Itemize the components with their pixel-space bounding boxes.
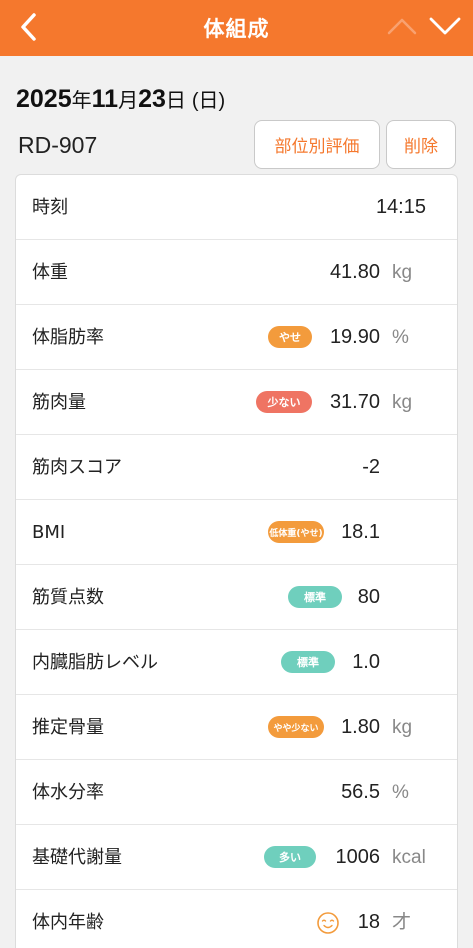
metric-row-muscle-quality: 筋質点数 標準 80 xyxy=(16,565,457,630)
metric-unit: kg xyxy=(392,262,413,283)
metric-label: 体内年齢 xyxy=(32,912,104,933)
face-icon xyxy=(317,912,339,934)
date-day-suffix: 日 xyxy=(165,90,186,112)
status-badge: 標準 xyxy=(281,651,335,673)
metric-unit: 才 xyxy=(392,912,412,933)
record-date: 2025年11月23日 (日) xyxy=(16,84,225,114)
metric-row-body-fat: 体脂肪率 やせ 19.90 % xyxy=(16,305,457,370)
metric-value: 80 xyxy=(357,586,380,608)
metric-value: 1006 xyxy=(335,846,381,868)
status-badge: 標準 xyxy=(288,586,342,608)
metric-row-bmi: BMI 低体重(やせ) 18.1 xyxy=(16,500,457,565)
status-badge: 少ない xyxy=(256,391,312,413)
metric-value: -2 xyxy=(362,456,380,478)
chevron-up-icon xyxy=(387,18,417,35)
metrics-card: 時刻 14:15 体重 41.80 kg 体脂肪率 やせ 19.90 % 筋肉量… xyxy=(15,174,458,948)
metric-label: 時刻 xyxy=(32,197,68,218)
metric-unit: % xyxy=(392,327,409,348)
top-bar: 体組成 xyxy=(0,0,473,56)
status-badge: やや少ない xyxy=(268,716,324,738)
metric-row-visceral-fat: 内臓脂肪レベル 標準 1.0 xyxy=(16,630,457,695)
metric-value: 19.90 xyxy=(329,326,380,348)
metric-value: 56.5 xyxy=(341,781,380,803)
metric-label: 筋肉スコア xyxy=(32,457,122,478)
metric-label: 内臓脂肪レベル xyxy=(32,652,158,673)
date-year-suffix: 年 xyxy=(71,90,92,112)
metric-label: 筋肉量 xyxy=(32,392,86,413)
metric-row-muscle-mass: 筋肉量 少ない 31.70 kg xyxy=(16,370,457,435)
status-badge: やせ xyxy=(268,326,312,348)
metric-value: 1.0 xyxy=(352,651,380,673)
metric-value: 14:15 xyxy=(375,196,426,218)
date-year: 2025 xyxy=(16,85,72,113)
metric-value: 18 xyxy=(357,911,380,933)
metric-row-muscle-score: 筋肉スコア -2 xyxy=(16,435,457,500)
metric-label: 推定骨量 xyxy=(32,717,104,738)
status-badge: 低体重(やせ) xyxy=(268,521,324,543)
metric-unit: kg xyxy=(392,392,413,413)
metric-label: 体重 xyxy=(32,262,68,283)
next-record-button[interactable] xyxy=(428,10,462,42)
metric-value: 41.80 xyxy=(329,261,380,283)
body-part-evaluation-button[interactable]: 部位別評価 xyxy=(254,120,380,169)
metric-row-basal-metabolism: 基礎代謝量 多い 1006 kcal xyxy=(16,825,457,890)
device-model: RD-907 xyxy=(18,132,98,158)
metric-label: 基礎代謝量 xyxy=(32,847,122,868)
date-day: 23 xyxy=(138,85,166,113)
metric-row-body-water: 体水分率 56.5 % xyxy=(16,760,457,825)
metric-label: 筋質点数 xyxy=(32,587,104,608)
metric-row-body-age: 体内年齢 18 才 xyxy=(16,890,457,948)
date-month: 11 xyxy=(91,85,119,113)
date-month-suffix: 月 xyxy=(118,90,139,112)
metric-unit: kg xyxy=(392,717,413,738)
metric-value: 18.1 xyxy=(341,521,380,543)
metric-row-weight: 体重 41.80 kg xyxy=(16,240,457,305)
metric-unit: % xyxy=(392,782,409,803)
page-title: 体組成 xyxy=(203,17,270,41)
metric-unit: kcal xyxy=(392,847,426,868)
metric-value: 31.70 xyxy=(329,391,380,413)
status-badge: 多い xyxy=(264,846,316,868)
metric-row-bone-mass: 推定骨量 やや少ない 1.80 kg xyxy=(16,695,457,760)
back-button[interactable] xyxy=(14,10,42,44)
delete-button[interactable]: 削除 xyxy=(386,120,456,169)
chevron-down-icon xyxy=(429,17,461,35)
metric-label: 体脂肪率 xyxy=(32,327,104,348)
metric-label: BMI xyxy=(32,522,66,543)
metric-label: 体水分率 xyxy=(32,782,104,803)
metric-row-time: 時刻 14:15 xyxy=(16,175,457,240)
date-weekday: (日) xyxy=(191,90,226,112)
previous-record-button[interactable] xyxy=(386,10,418,42)
chevron-left-icon xyxy=(21,13,36,41)
metric-value: 1.80 xyxy=(341,716,380,738)
